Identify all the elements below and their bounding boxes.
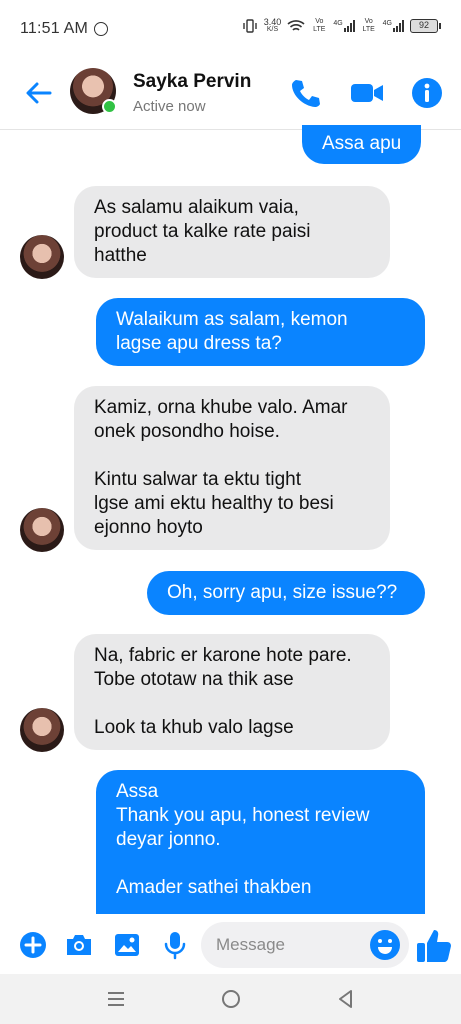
presence-status: Active now (133, 98, 206, 115)
contact-avatar-small (20, 235, 64, 279)
info-icon[interactable] (410, 76, 444, 110)
contact-avatar-small (20, 508, 64, 552)
battery-icon: 92 (410, 19, 441, 33)
sim2-volte: Vo LTE (362, 18, 375, 33)
thumbs-up-icon[interactable] (414, 926, 454, 966)
sim1-network-type: 4G (333, 20, 343, 27)
message-incoming[interactable]: Na, fabric er karone hote pare. Tobe oto… (74, 634, 390, 750)
home-icon[interactable] (218, 986, 244, 1012)
network-speed-value: 3.40 (263, 17, 282, 27)
sim1-volte: Vo LTE (313, 18, 326, 33)
plus-icon[interactable] (18, 930, 48, 960)
status-time: 11:51 AM (20, 20, 89, 37)
back-triangle-icon[interactable] (333, 986, 359, 1012)
status-bar: 11:51 AM 3.40 K/S Vo LTE 4G Vo LTE 4G 92 (0, 0, 461, 58)
message-outgoing[interactable]: Assa Thank you apu, honest review deyar … (96, 770, 425, 914)
signal-icon (343, 20, 355, 32)
wifi-icon (287, 20, 305, 31)
network-speed: 3.40 K/S (264, 18, 282, 34)
conversation-header: Sayka Pervin Active now (0, 58, 461, 130)
camera-icon[interactable] (64, 930, 94, 960)
message-incoming[interactable]: Kamiz, orna khube valo. Amar onek posond… (74, 386, 390, 550)
system-navigation-bar (0, 974, 461, 1024)
signal-icon (393, 20, 404, 32)
microphone-icon[interactable] (160, 930, 190, 960)
video-call-icon[interactable] (350, 76, 384, 110)
message-outgoing[interactable]: Oh, sorry apu, size issue?? (147, 571, 425, 615)
emoji-icon[interactable] (368, 928, 402, 962)
sim2-network-type: 4G (382, 20, 392, 27)
phone-call-icon[interactable] (288, 76, 322, 110)
message-incoming[interactable]: As salamu alaikum vaia, product ta kalke… (74, 186, 390, 278)
menu-icon[interactable] (103, 986, 129, 1012)
sim2-network: 4G (383, 20, 404, 32)
gallery-icon[interactable] (112, 930, 142, 960)
contact-name[interactable]: Sayka Pervin (133, 71, 251, 93)
contact-avatar-small (20, 708, 64, 752)
back-arrow-icon[interactable] (22, 76, 56, 110)
status-indicators: 3.40 K/S Vo LTE 4G Vo LTE 4G 92 (242, 18, 441, 34)
message-composer (0, 920, 461, 972)
vibrate-icon (243, 19, 257, 33)
battery-level: 92 (410, 19, 438, 33)
whatsapp-notification-icon (94, 22, 109, 36)
active-status-dot (102, 99, 117, 114)
message-outgoing[interactable]: Assa apu (302, 125, 422, 164)
sim1-network: 4G (333, 20, 355, 32)
network-speed-unit: K/S (266, 26, 279, 33)
message-outgoing[interactable]: Walaikum as salam, kemon lagse apu dress… (96, 298, 425, 366)
